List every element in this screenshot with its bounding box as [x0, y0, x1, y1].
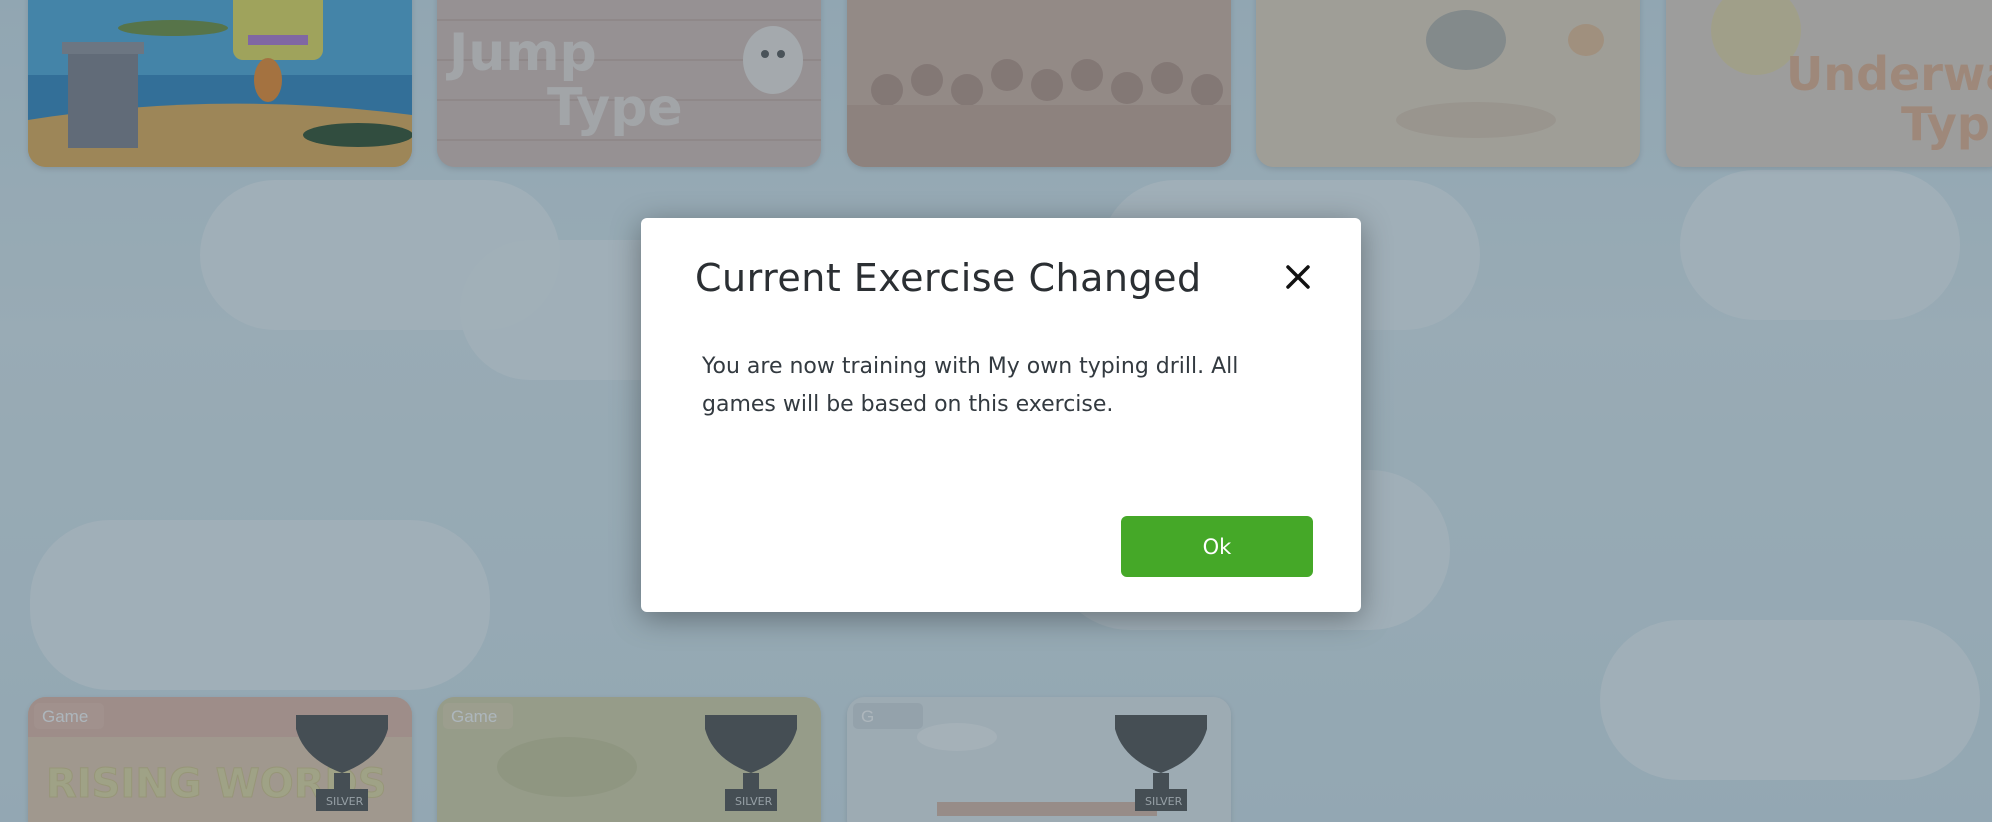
close-icon[interactable] [1281, 260, 1315, 294]
dialog-title: Current Exercise Changed [695, 256, 1202, 300]
exercise-changed-dialog: Current Exercise Changed You are now tra… [641, 218, 1361, 612]
ok-button[interactable]: Ok [1121, 516, 1313, 577]
dialog-message: You are now training with My own typing … [702, 354, 1239, 417]
